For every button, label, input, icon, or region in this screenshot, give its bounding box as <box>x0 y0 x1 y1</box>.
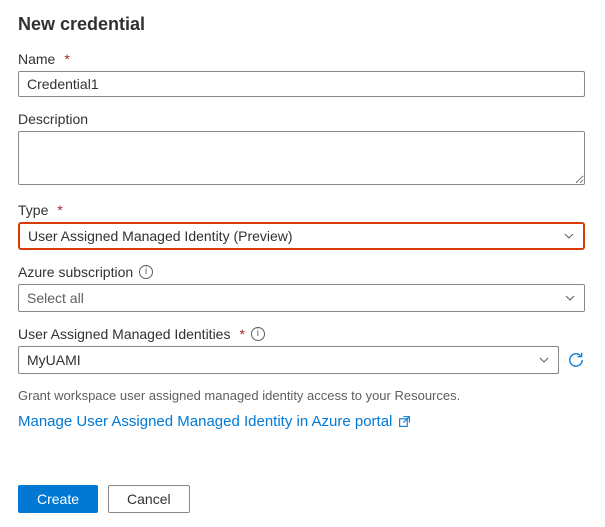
type-value: User Assigned Managed Identity (Preview) <box>28 228 293 244</box>
info-icon[interactable]: i <box>251 327 265 341</box>
uami-value: MyUAMI <box>27 352 81 368</box>
description-label: Description <box>18 111 88 127</box>
refresh-icon[interactable] <box>567 351 585 369</box>
uami-select[interactable]: MyUAMI <box>18 346 559 374</box>
manage-uami-link[interactable]: Manage User Assigned Managed Identity in… <box>18 413 411 430</box>
subscription-group: Azure subscription i Select all <box>18 264 585 312</box>
subscription-placeholder: Select all <box>27 290 84 306</box>
required-marker: * <box>64 51 69 67</box>
cancel-button[interactable]: Cancel <box>108 485 190 513</box>
chevron-down-icon <box>538 354 550 366</box>
subscription-label: Azure subscription <box>18 264 133 280</box>
external-link-icon <box>398 415 411 428</box>
footer-actions: Create Cancel <box>18 485 190 513</box>
info-icon[interactable]: i <box>139 265 153 279</box>
name-input[interactable] <box>18 71 585 97</box>
type-group: Type * User Assigned Managed Identity (P… <box>18 202 585 250</box>
link-label: Manage User Assigned Managed Identity in… <box>18 413 392 430</box>
new-credential-panel: New credential Name * Description Type *… <box>0 0 605 527</box>
hint-text: Grant workspace user assigned managed id… <box>18 388 585 403</box>
required-marker: * <box>239 326 244 342</box>
name-label: Name <box>18 51 55 67</box>
uami-label: User Assigned Managed Identities <box>18 326 230 342</box>
type-select[interactable]: User Assigned Managed Identity (Preview) <box>18 222 585 250</box>
chevron-down-icon <box>563 230 575 242</box>
uami-group: User Assigned Managed Identities * i MyU… <box>18 326 585 374</box>
panel-title: New credential <box>18 14 585 35</box>
create-button[interactable]: Create <box>18 485 98 513</box>
subscription-select[interactable]: Select all <box>18 284 585 312</box>
type-label: Type <box>18 202 48 218</box>
chevron-down-icon <box>564 292 576 304</box>
name-group: Name * <box>18 51 585 97</box>
description-group: Description <box>18 111 585 188</box>
required-marker: * <box>57 202 62 218</box>
description-input[interactable] <box>18 131 585 185</box>
